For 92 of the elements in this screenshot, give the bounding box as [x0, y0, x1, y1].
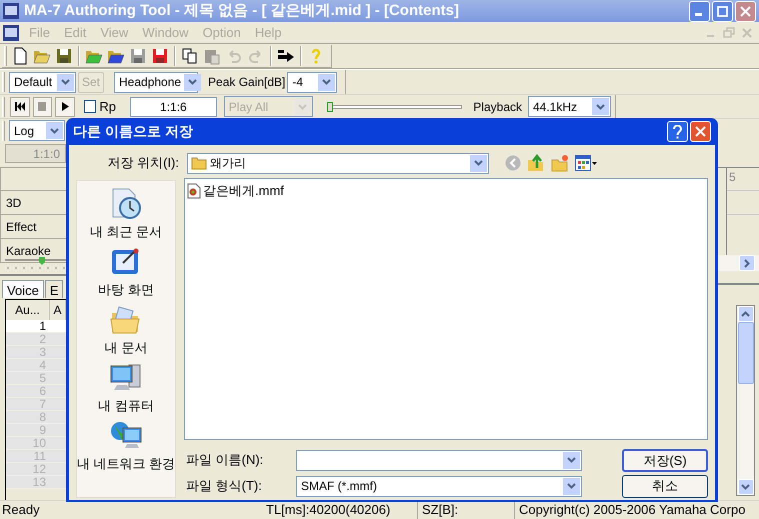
- playback-label: Playback: [473, 98, 522, 116]
- cancel-button[interactable]: 취소: [622, 474, 708, 498]
- chevron-right-icon: [744, 258, 750, 268]
- scale-dropdown[interactable]: Log: [9, 120, 65, 141]
- status-time: TL[ms]:40200(40206): [265, 501, 392, 519]
- table-cell: [50, 411, 66, 423]
- place-item[interactable]: 내 컴퓨터: [98, 361, 154, 417]
- close-button[interactable]: [690, 121, 711, 142]
- skip-back-button[interactable]: [10, 96, 30, 116]
- file-list-entry[interactable]: 같은베게.mmf: [187, 181, 286, 200]
- table-cell: [50, 333, 66, 345]
- maximize-button[interactable]: [712, 0, 733, 22]
- location-label: 저장 위치(I):: [106, 154, 179, 172]
- chevron-down-icon: [741, 484, 750, 490]
- table-cell: [50, 424, 66, 436]
- chevron-down-icon: [470, 154, 487, 172]
- maximize-icon: [717, 6, 728, 16]
- play-button[interactable]: [55, 96, 75, 116]
- scroll-down-button[interactable]: [738, 479, 754, 495]
- new-folder-icon[interactable]: [551, 154, 569, 172]
- table-cell: [50, 437, 66, 449]
- help-icon: [672, 124, 683, 138]
- dialog-title: 다른 이름으로 저장: [73, 122, 194, 141]
- chevron-up-icon: [741, 311, 750, 317]
- output-dropdown[interactable]: Headphone: [114, 72, 198, 92]
- volume-slider[interactable]: [326, 100, 462, 112]
- table-cell: [50, 372, 66, 384]
- file-name-label: 파일 이름(N):: [185, 451, 264, 470]
- chevron-down-icon: [318, 74, 336, 90]
- up-folder-icon[interactable]: [527, 154, 545, 172]
- file-type-label: 파일 형식(T):: [185, 477, 263, 496]
- status-message: Ready: [1, 501, 41, 519]
- chevron-down-icon: [57, 74, 74, 90]
- repeat-checkbox[interactable]: [84, 100, 96, 113]
- window-title: MA-7 Authoring Tool - 제목 없음 - [ 같은베게.mid ] - [Contents]: [24, 0, 460, 21]
- chevron-down-icon: [184, 74, 202, 90]
- slider-drawing: [5, 257, 66, 269]
- copy-icon[interactable]: [181, 46, 199, 64]
- peak-gain-label: Peak Gain[dB]: [208, 74, 286, 91]
- ruler-label: 5: [727, 168, 759, 191]
- repeat-label: Rp: [99, 98, 116, 116]
- tab[interactable]: E: [44, 280, 64, 298]
- chevron-down-icon: [592, 98, 609, 115]
- help-button[interactable]: [667, 121, 688, 142]
- skip-back-icon: [14, 102, 25, 111]
- table-cell: [50, 346, 66, 358]
- table-cell: [50, 359, 66, 371]
- view-menu-icon[interactable]: [575, 155, 597, 171]
- location-dropdown[interactable]: 왜가리: [187, 152, 489, 174]
- scroll-right-button[interactable]: [739, 255, 755, 271]
- table-cell: [50, 463, 66, 475]
- table-cell: [50, 398, 66, 410]
- app-logo-icon: [3, 3, 19, 19]
- position-field[interactable]: 1:1:6: [130, 96, 217, 116]
- chevron-down-icon: [294, 98, 311, 115]
- place-item[interactable]: 내 네트워크 환경: [76, 419, 176, 475]
- minimize-icon: [695, 12, 702, 16]
- place-item[interactable]: 내 최근 문서: [90, 187, 162, 243]
- table-cell: [50, 385, 66, 397]
- place-item[interactable]: 내 문서: [104, 303, 148, 359]
- chevron-down-icon: [563, 478, 580, 494]
- slider-thumb[interactable]: [326, 102, 333, 112]
- save-icon[interactable]: [55, 46, 73, 64]
- close-button[interactable]: [735, 0, 756, 22]
- save-button[interactable]: 저장(S): [622, 448, 708, 472]
- folder-icon: [191, 156, 207, 170]
- stop-icon: [37, 102, 48, 111]
- save-icon[interactable]: [151, 46, 169, 64]
- place-item[interactable]: 바탕 화면: [98, 245, 154, 301]
- play-icon: [60, 102, 70, 111]
- file-icon: [187, 182, 201, 199]
- playback-rate-dropdown[interactable]: 44.1kHz: [528, 96, 611, 117]
- tab[interactable]: Voice: [2, 280, 44, 298]
- file-name-field[interactable]: [296, 450, 582, 470]
- save-icon[interactable]: [129, 46, 147, 64]
- table-cell: [50, 450, 66, 462]
- scroll-up-button[interactable]: [738, 306, 754, 322]
- scrollbar-thumb[interactable]: [738, 322, 754, 384]
- chevron-down-icon: [46, 122, 63, 139]
- preset-dropdown[interactable]: Default: [9, 72, 76, 92]
- table-cell: [50, 320, 66, 332]
- back-icon[interactable]: [505, 155, 521, 171]
- file-type-dropdown[interactable]: SMAF (*.mmf): [296, 476, 582, 496]
- table-cell: [50, 476, 66, 488]
- close-icon: [695, 126, 706, 137]
- peak-gain-dropdown[interactable]: -4: [287, 72, 338, 92]
- chevron-down-icon: [563, 452, 580, 468]
- app-logo-icon: [3, 24, 19, 40]
- minimize-button[interactable]: [689, 0, 710, 22]
- row-number: 1: [6, 320, 50, 332]
- close-icon: [740, 6, 751, 16]
- time-display: 1:1:0: [5, 144, 66, 163]
